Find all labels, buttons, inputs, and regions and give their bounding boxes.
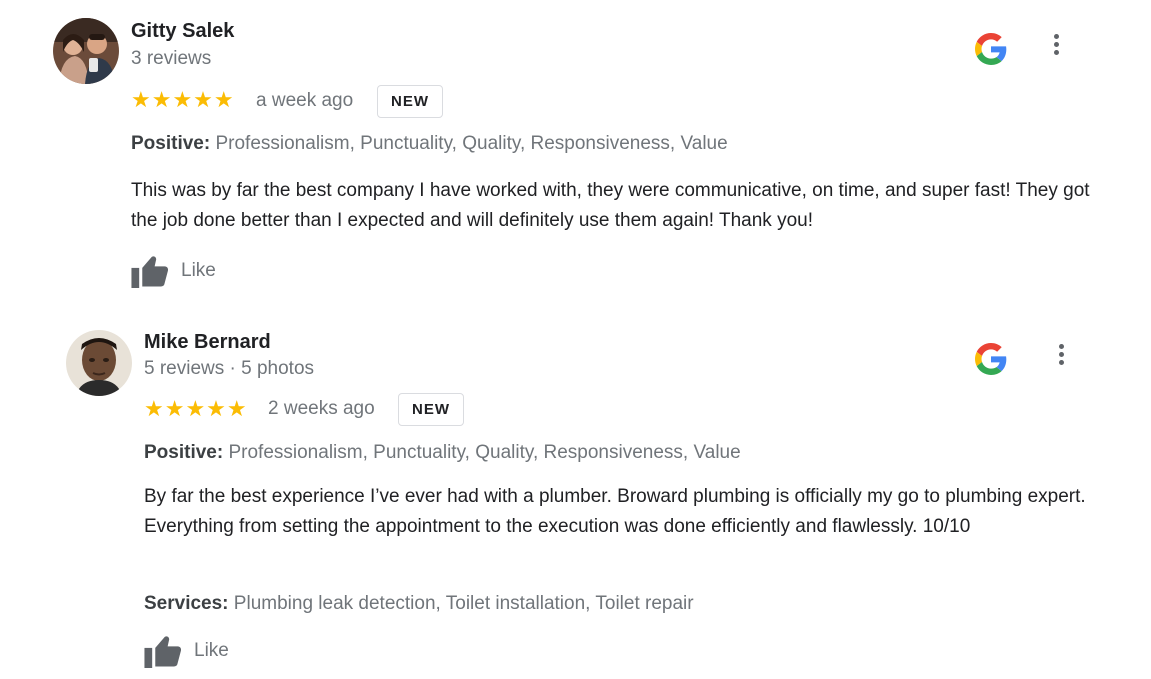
author-name[interactable]: Mike Bernard [144,331,271,354]
positive-value: Professionalism, Punctuality, Quality, R… [215,133,728,154]
new-badge: NEW [377,85,443,118]
review-date: a week ago [256,90,354,111]
positive-attributes: Positive: Professionalism, Punctuality, … [144,442,741,464]
review-card: Mike Bernard 5 reviews · 5 photos ★★★★★ … [0,310,1151,679]
review-date: 2 weeks ago [268,398,375,419]
services-attributes: Services: Plumbing leak detection, Toile… [144,593,694,615]
google-logo-icon [975,343,1007,375]
star-rating: ★★★★★ [144,396,248,421]
avatar-photo-icon [53,18,119,84]
like-button[interactable]: Like [144,634,229,668]
avatar-photo-icon [66,330,132,396]
thumbs-up-icon [131,256,169,288]
star-rating: ★★★★★ [131,87,235,112]
author-meta[interactable]: 3 reviews [131,48,211,70]
services-label: Services: [144,593,229,614]
author-meta[interactable]: 5 reviews · 5 photos [144,358,314,380]
positive-attributes: Positive: Professionalism, Punctuality, … [131,133,728,155]
services-value: Plumbing leak detection, Toilet installa… [233,593,694,614]
like-label: Like [181,260,216,281]
new-badge: NEW [398,393,464,426]
avatar[interactable] [66,330,132,396]
like-label: Like [194,640,229,661]
positive-label: Positive: [144,442,224,463]
like-button[interactable]: Like [131,254,216,288]
more-options-icon[interactable] [1051,34,1061,60]
review-card: Gitty Salek 3 reviews ★★★★★ a week ago N… [0,0,1151,310]
avatar[interactable] [53,18,119,84]
positive-label: Positive: [131,133,211,154]
author-name[interactable]: Gitty Salek [131,20,234,43]
positive-value: Professionalism, Punctuality, Quality, R… [228,442,741,463]
thumbs-up-icon [144,636,182,668]
review-text: This was by far the best company I have … [131,180,1090,231]
review-text: By far the best experience I’ve ever had… [144,486,1086,537]
more-options-icon[interactable] [1056,344,1066,370]
google-logo-icon [975,33,1007,65]
